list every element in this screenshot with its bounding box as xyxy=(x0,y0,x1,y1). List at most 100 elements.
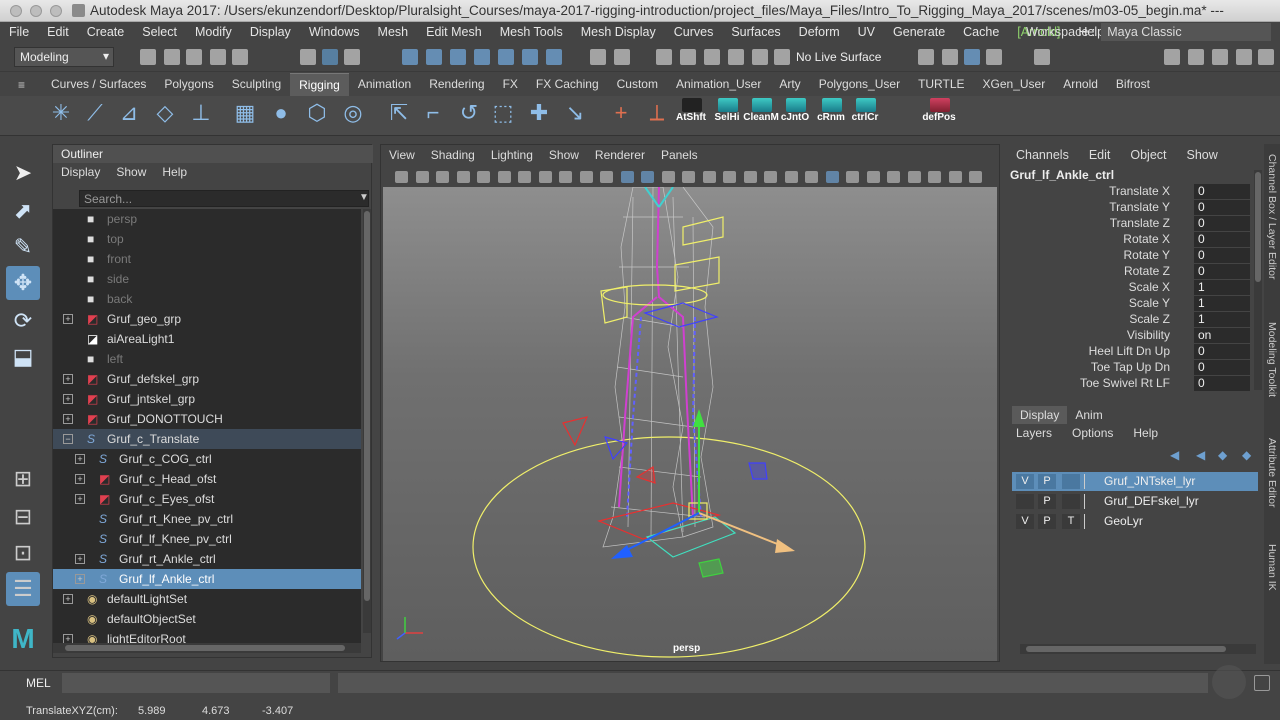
viewport-menu-view[interactable]: View xyxy=(381,148,423,164)
channel-name[interactable]: Translate X xyxy=(1109,184,1170,198)
outliner-row[interactable]: + ◩ Gruf_geo_grp xyxy=(53,309,361,329)
channel-value-field[interactable]: 0 xyxy=(1194,344,1250,359)
viewport-menu-show[interactable]: Show xyxy=(541,148,587,164)
channel-row[interactable]: Rotate Z 0 xyxy=(1010,264,1254,280)
channel-value-field[interactable]: 1 xyxy=(1194,296,1250,311)
shelf-tab-arnold[interactable]: Arnold xyxy=(1054,73,1107,95)
expand-toggle-icon[interactable]: + xyxy=(63,394,73,404)
snap-surface-icon[interactable] xyxy=(752,49,768,65)
viewport-menu-lighting[interactable]: Lighting xyxy=(483,148,541,164)
channel-name[interactable]: Toe Swivel Rt LF xyxy=(1080,376,1170,390)
channel-name[interactable]: Rotate Z xyxy=(1124,264,1170,278)
menu-display[interactable]: Display xyxy=(241,25,300,39)
grid-icon[interactable] xyxy=(477,171,490,183)
select-by-component-icon[interactable] xyxy=(344,49,360,65)
wireframe-on-shaded-icon[interactable] xyxy=(661,171,675,183)
ambient-occlusion-icon[interactable] xyxy=(743,171,757,183)
channel-value-field[interactable]: 0 xyxy=(1194,184,1250,199)
point-constraint-icon[interactable]: ⇱ xyxy=(386,100,412,126)
tab-display-layers[interactable]: Display xyxy=(1012,406,1068,424)
orient-constraint-icon[interactable]: ↺ xyxy=(456,100,482,126)
smooth-shade-icon[interactable] xyxy=(641,171,654,183)
pick-mask-face-icon[interactable] xyxy=(450,49,466,65)
shelf-label-cjnto[interactable]: cJntO xyxy=(776,112,814,123)
channel-row[interactable]: Toe Swivel Rt LF 0 xyxy=(1010,376,1254,392)
channel-row[interactable]: Scale Y 1 xyxy=(1010,296,1254,312)
menu-curves[interactable]: Curves xyxy=(665,25,723,39)
menu-modify[interactable]: Modify xyxy=(186,25,241,39)
outliner-layout-icon[interactable]: ☰ xyxy=(6,572,40,606)
film-gate-icon[interactable] xyxy=(497,171,511,183)
close-window-button[interactable] xyxy=(10,5,22,17)
undo-icon[interactable] xyxy=(210,49,226,65)
shelf-label-atshft[interactable]: AtShft xyxy=(672,112,710,123)
layer-menu-layers[interactable]: Layers xyxy=(1006,426,1062,440)
layer-display-type-toggle[interactable]: T xyxy=(1062,514,1080,529)
wireframe-icon[interactable] xyxy=(620,171,634,183)
shelf-tab-sculpting[interactable]: Sculpting xyxy=(223,73,290,95)
expand-toggle-icon[interactable]: + xyxy=(75,454,85,464)
channel-value-field[interactable]: 0 xyxy=(1194,232,1250,247)
snap-curve-icon[interactable] xyxy=(680,49,696,65)
new-layer-from-selection-icon[interactable]: ◆ xyxy=(1242,448,1251,462)
wrap-deformer-icon[interactable]: ◎ xyxy=(340,100,366,126)
open-scene-icon[interactable] xyxy=(164,49,180,65)
field-chart-icon[interactable] xyxy=(559,171,572,183)
outliner-row[interactable]: + S Gruf_rt_Ankle_ctrl xyxy=(53,549,361,569)
gate-mask-icon[interactable] xyxy=(538,171,552,183)
layer-playback-toggle[interactable]: P xyxy=(1038,494,1056,509)
side-tab-modeling-toolkit[interactable]: Modeling Toolkit xyxy=(1266,322,1278,397)
display-layer-row[interactable]: V P Gruf_JNTskel_lyr xyxy=(1012,472,1258,491)
side-tab-channel-box[interactable]: Channel Box / Layer Editor xyxy=(1266,154,1278,280)
layer-visibility-toggle[interactable]: V xyxy=(1016,514,1034,529)
live-surface-label[interactable]: No Live Surface xyxy=(796,50,881,64)
safe-action-icon[interactable] xyxy=(579,171,593,183)
channel-name[interactable]: Rotate X xyxy=(1123,232,1170,246)
viewport-menu-shading[interactable]: Shading xyxy=(423,148,483,164)
outliner-row[interactable]: S Gruf_rt_Knee_pv_ctrl xyxy=(53,509,361,529)
channel-name[interactable]: Scale Z xyxy=(1129,312,1170,326)
outliner-row[interactable]: + ◩ Gruf_c_Head_ofst xyxy=(53,469,361,489)
menu-cache[interactable]: Cache xyxy=(954,25,1008,39)
outliner-row[interactable]: + ◉ defaultLightSet xyxy=(53,589,361,609)
tab-anim-layers[interactable]: Anim xyxy=(1067,406,1110,424)
pick-mask-curve-icon[interactable] xyxy=(498,49,514,65)
select-tool-icon[interactable]: ➤ xyxy=(6,156,40,190)
select-by-object-icon[interactable] xyxy=(322,49,338,65)
expand-toggle-icon[interactable]: − xyxy=(63,434,73,444)
channel-value-field[interactable]: 0 xyxy=(1194,360,1250,375)
menu-mesh[interactable]: Mesh xyxy=(369,25,418,39)
expand-toggle-icon[interactable]: + xyxy=(63,374,73,384)
outliner-row[interactable]: + S Gruf_c_COG_ctrl xyxy=(53,449,361,469)
live-surface-icon[interactable] xyxy=(774,49,790,65)
construction-history-icon[interactable] xyxy=(918,49,934,65)
menu-edit-mesh[interactable]: Edit Mesh xyxy=(417,25,491,39)
display-layer-row[interactable]: V P T GeoLyr xyxy=(1012,512,1258,531)
shelf-label-defpos[interactable]: defPos xyxy=(920,112,958,123)
scale-constraint-icon[interactable]: ⬚ xyxy=(490,100,516,126)
shelf-label-crnm[interactable]: cRnm xyxy=(812,112,850,123)
menu-set-dropdown[interactable]: Modeling ▾ xyxy=(14,47,114,67)
shelf-tab-animation[interactable]: Animation xyxy=(349,73,420,95)
pick-mask-deformer-icon[interactable] xyxy=(546,49,562,65)
channel-name[interactable]: Translate Y xyxy=(1109,200,1170,214)
motion-blur-icon[interactable] xyxy=(764,171,777,183)
tool-settings-icon[interactable] xyxy=(1212,49,1228,65)
channel-value-field[interactable]: 0 xyxy=(1194,264,1250,279)
outliner-row[interactable]: ◉ defaultObjectSet xyxy=(53,609,361,629)
layer-hscroll-thumb[interactable] xyxy=(1026,646,1226,652)
expand-toggle-icon[interactable]: + xyxy=(75,494,85,504)
zoom-window-button[interactable] xyxy=(50,5,62,17)
channel-box-icon[interactable] xyxy=(1236,49,1252,65)
channel-box-scrollbar[interactable] xyxy=(1254,170,1262,390)
channel-name[interactable]: Toe Tap Up Dn xyxy=(1091,360,1170,374)
channel-value-field[interactable]: on xyxy=(1194,328,1250,343)
side-tab-human-ik[interactable]: Human IK xyxy=(1266,544,1278,591)
select-by-hierarchy-icon[interactable] xyxy=(300,49,316,65)
viewport-menu-panels[interactable]: Panels xyxy=(653,148,706,164)
outliner-hscroll-thumb[interactable] xyxy=(65,645,345,651)
menu-edit[interactable]: Edit xyxy=(38,25,78,39)
layer-editor-hscrollbar[interactable] xyxy=(1020,644,1256,654)
perspective-viewport[interactable]: persp xyxy=(383,186,997,661)
layer-color-swatch[interactable] xyxy=(1084,494,1096,509)
